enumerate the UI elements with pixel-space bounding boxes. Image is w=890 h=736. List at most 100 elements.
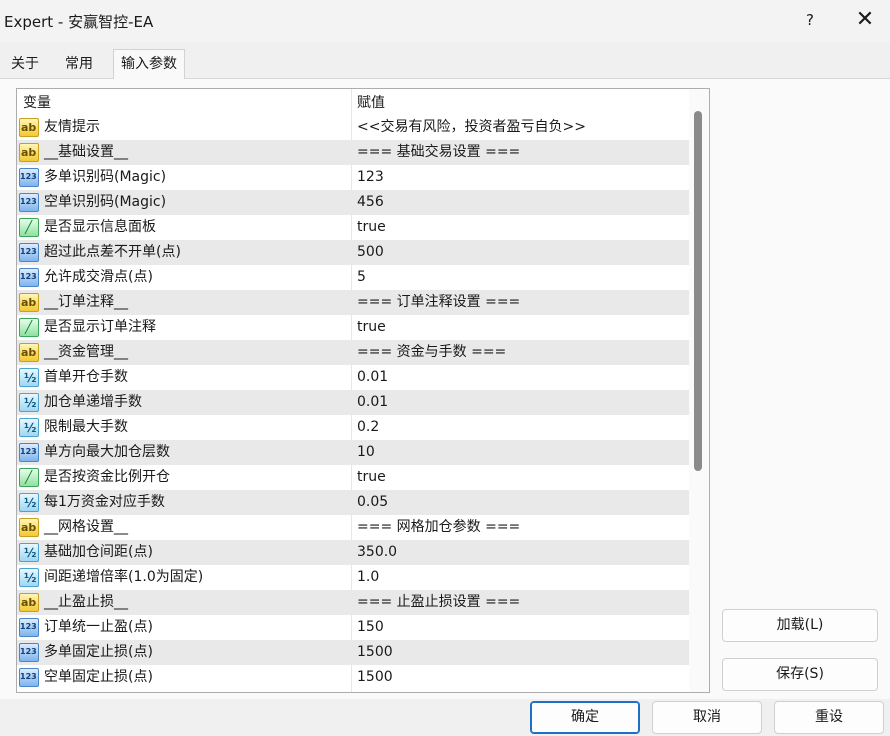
parameter-row[interactable]: __止盈止损__ === 止盈止损设置 ===: [17, 590, 689, 615]
parameter-value[interactable]: 1500: [357, 665, 393, 690]
boolean-type-icon: [19, 315, 39, 340]
parameter-row[interactable]: 是否显示订单注释 true: [17, 315, 689, 340]
parameter-name: 首单开仓手数: [44, 369, 128, 385]
parameter-row[interactable]: 允许成交滑点(点) 5: [17, 264, 689, 290]
integer-type-icon: [19, 264, 39, 289]
integer-type-icon: [19, 439, 39, 464]
double-type-icon: [19, 541, 39, 566]
integer-type-icon: [19, 664, 39, 689]
reset-button[interactable]: 重设: [774, 701, 884, 734]
parameter-name: 间距递增倍率(1.0为固定): [44, 569, 204, 585]
parameter-value[interactable]: 0.01: [357, 390, 388, 415]
string-type-icon: [19, 340, 39, 365]
parameter-value[interactable]: === 资金与手数 ===: [357, 340, 506, 365]
parameter-name: __基础设置__: [44, 144, 128, 160]
string-type-icon: [19, 590, 39, 615]
double-type-icon: [19, 566, 39, 591]
parameter-row[interactable]: 超过此点差不开单(点) 500: [17, 239, 689, 265]
parameter-row[interactable]: 空单固定止损(点) 1500: [17, 664, 689, 690]
parameter-row[interactable]: 每1万资金对应手数 0.05: [17, 490, 689, 516]
parameter-value[interactable]: === 网格加仓参数 ===: [357, 515, 520, 540]
parameter-value[interactable]: 350.0: [357, 540, 397, 565]
parameter-row[interactable]: 间距递增倍率(1.0为固定) 1.0: [17, 565, 689, 591]
parameter-row[interactable]: 空单识别码(Magic) 456: [17, 189, 689, 215]
parameter-value[interactable]: === 订单注释设置 ===: [357, 290, 520, 315]
parameter-name: 多单识别码(Magic): [44, 169, 167, 185]
vertical-scrollbar[interactable]: [689, 89, 709, 692]
parameter-value[interactable]: === 基础交易设置 ===: [357, 140, 520, 165]
cancel-button[interactable]: 取消: [652, 701, 762, 734]
parameter-value[interactable]: 123: [357, 165, 384, 190]
parameter-value[interactable]: 0.2: [357, 415, 379, 440]
parameter-value[interactable]: 1.0: [357, 565, 379, 590]
parameter-value[interactable]: <<交易有风险，投资者盈亏自负>>: [357, 115, 586, 140]
parameter-row[interactable]: 是否按资金比例开仓 true: [17, 465, 689, 490]
integer-type-icon: [19, 239, 39, 264]
parameter-name: 允许成交滑点(点): [44, 269, 153, 285]
tab-strip: 关于 常用 输入参数: [0, 42, 890, 79]
parameters-grid: 变量 赋值 友情提示 <<交易有风险，投资者盈亏自负>> __基础设置__ === 基…: [16, 88, 710, 693]
grid-header: 变量 赋值: [17, 89, 709, 115]
parameter-name: 空单识别码(Magic): [44, 194, 167, 210]
parameter-row[interactable]: 多单固定止损(点) 1500: [17, 639, 689, 665]
save-button[interactable]: 保存(S): [722, 658, 878, 691]
parameter-name: __网格设置__: [44, 519, 128, 535]
parameter-value[interactable]: 1500: [357, 640, 393, 665]
scrollbar-thumb[interactable]: [694, 111, 702, 471]
parameter-value[interactable]: 456: [357, 190, 384, 215]
parameter-value[interactable]: 0.01: [357, 365, 388, 390]
parameter-name: __订单注释__: [44, 294, 128, 310]
tab-about[interactable]: 关于: [4, 51, 46, 78]
grid-rows: 友情提示 <<交易有风险，投资者盈亏自负>> __基础设置__ === 基础交易设置 …: [17, 115, 689, 690]
parameter-row[interactable]: 单方向最大加仓层数 10: [17, 439, 689, 465]
parameter-name: 基础加仓间距(点): [44, 544, 153, 560]
parameter-row[interactable]: __资金管理__ === 资金与手数 ===: [17, 340, 689, 365]
parameter-name: 友情提示: [44, 119, 100, 135]
parameter-value[interactable]: 10: [357, 440, 375, 465]
parameter-name: __止盈止损__: [44, 594, 128, 610]
tab-common[interactable]: 常用: [58, 51, 100, 78]
parameter-value[interactable]: 500: [357, 240, 384, 265]
parameter-row[interactable]: 加仓单递增手数 0.01: [17, 390, 689, 416]
parameter-value[interactable]: 5: [357, 265, 366, 290]
parameter-row[interactable]: 友情提示 <<交易有风险，投资者盈亏自负>>: [17, 115, 689, 140]
parameter-row[interactable]: 订单统一止盈(点) 150: [17, 614, 689, 640]
integer-type-icon: [19, 614, 39, 639]
integer-type-icon: [19, 164, 39, 189]
parameter-value[interactable]: 0.05: [357, 490, 388, 515]
parameter-name: 单方向最大加仓层数: [44, 444, 170, 460]
parameter-name: 加仓单递增手数: [44, 394, 142, 410]
parameter-row[interactable]: 基础加仓间距(点) 350.0: [17, 540, 689, 566]
integer-type-icon: [19, 189, 39, 214]
string-type-icon: [19, 290, 39, 315]
parameter-value[interactable]: === 止盈止损设置 ===: [357, 590, 520, 615]
string-type-icon: [19, 515, 39, 540]
tab-inputs[interactable]: 输入参数: [113, 49, 185, 79]
parameter-name: 是否显示信息面板: [44, 219, 156, 235]
integer-type-icon: [19, 639, 39, 664]
parameter-row[interactable]: __基础设置__ === 基础交易设置 ===: [17, 140, 689, 165]
ok-button[interactable]: 确定: [530, 701, 640, 734]
parameter-row[interactable]: 是否显示信息面板 true: [17, 215, 689, 240]
parameter-value[interactable]: true: [357, 465, 386, 490]
parameter-value[interactable]: true: [357, 315, 386, 340]
parameter-name: 订单统一止盈(点): [44, 619, 153, 635]
column-header-value[interactable]: 赋值: [357, 89, 385, 115]
column-header-variable[interactable]: 变量: [23, 89, 51, 115]
parameter-row[interactable]: __网格设置__ === 网格加仓参数 ===: [17, 515, 689, 540]
parameter-row[interactable]: 限制最大手数 0.2: [17, 415, 689, 441]
help-button[interactable]: ?: [796, 4, 824, 36]
parameter-row[interactable]: 首单开仓手数 0.01: [17, 365, 689, 391]
boolean-type-icon: [19, 465, 39, 490]
parameter-name: 每1万资金对应手数: [44, 494, 165, 510]
parameter-row[interactable]: 多单识别码(Magic) 123: [17, 164, 689, 190]
load-button[interactable]: 加载(L): [722, 609, 878, 642]
parameter-value[interactable]: 150: [357, 615, 384, 640]
parameter-row[interactable]: __订单注释__ === 订单注释设置 ===: [17, 290, 689, 315]
parameter-value[interactable]: true: [357, 215, 386, 240]
double-type-icon: [19, 416, 39, 441]
double-type-icon: [19, 391, 39, 416]
parameter-name: 多单固定止损(点): [44, 644, 153, 660]
close-button[interactable]: ✕: [850, 4, 880, 36]
title-bar: Expert - 安赢智控-EA ? ✕: [0, 0, 890, 42]
